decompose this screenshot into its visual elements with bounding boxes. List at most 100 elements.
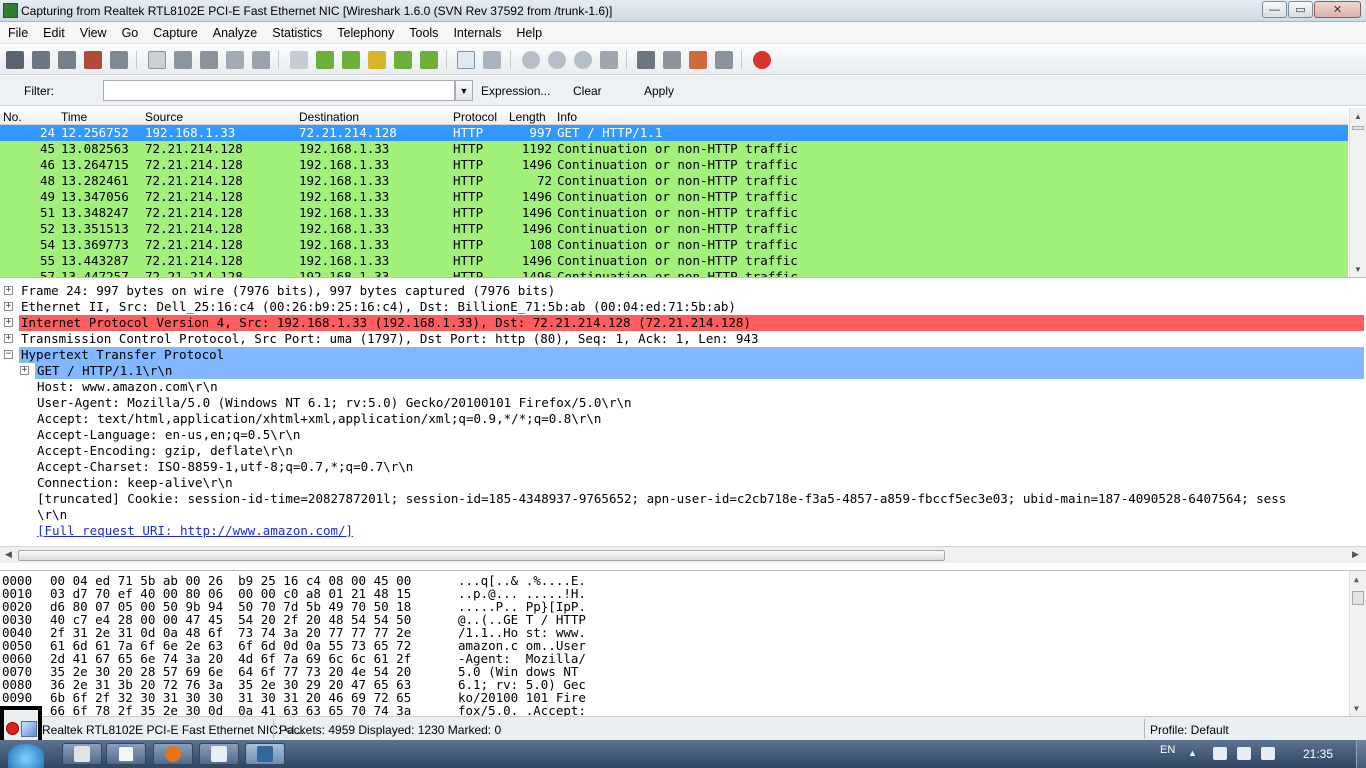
- go-back-icon[interactable]: [316, 51, 334, 69]
- detail-accept-encoding[interactable]: Accept-Encoding: gzip, deflate\r\n: [0, 443, 1366, 459]
- detail-accept-charset[interactable]: Accept-Charset: ISO-8859-1,utf-8;q=0.7,*…: [0, 459, 1366, 475]
- column-header-destination[interactable]: Destination: [299, 110, 359, 124]
- detail-host[interactable]: Host: www.amazon.com\r\n: [0, 379, 1366, 395]
- detail-full-uri[interactable]: [Full request URI: http://www.amazon.com…: [0, 523, 1366, 539]
- menu-capture[interactable]: Capture: [145, 26, 204, 40]
- packet-row-selected[interactable]: 24 12.256752 192.168.1.33 72.21.214.128 HTTP…: [0, 125, 1348, 141]
- expand-icon[interactable]: +: [4, 318, 13, 327]
- detail-http[interactable]: − Hypertext Transfer Protocol: [0, 347, 1366, 363]
- menu-statistics[interactable]: Statistics: [264, 26, 329, 40]
- scroll-up-icon[interactable]: ▲: [1354, 112, 1362, 121]
- filter-dropdown-button[interactable]: ▼: [455, 80, 473, 101]
- expand-icon[interactable]: +: [20, 366, 29, 375]
- close-button[interactable]: ✕: [1314, 1, 1361, 18]
- restart-capture-icon[interactable]: [110, 51, 128, 69]
- scroll-thumb[interactable]: [1352, 126, 1364, 130]
- scroll-down-icon[interactable]: ▼: [1354, 704, 1359, 713]
- first-packet-icon[interactable]: [394, 51, 412, 69]
- scroll-left-icon[interactable]: ◀: [5, 549, 12, 560]
- scroll-thumb[interactable]: [18, 550, 945, 561]
- show-hidden-icons-icon[interactable]: ▲: [1188, 748, 1197, 758]
- expand-icon[interactable]: +: [4, 286, 13, 295]
- display-filters-icon[interactable]: [663, 51, 681, 69]
- filter-input[interactable]: [103, 80, 455, 101]
- preferences-icon[interactable]: [715, 51, 733, 69]
- status-profile[interactable]: Profile: Default: [1150, 723, 1229, 737]
- close-file-icon[interactable]: [200, 51, 218, 69]
- open-file-icon[interactable]: [148, 51, 166, 69]
- menu-internals[interactable]: Internals: [445, 26, 508, 40]
- packet-row[interactable]: 48 13.282461 72.21.214.128 192.168.1.33 HTTP…: [0, 173, 1348, 189]
- help-icon[interactable]: [753, 51, 771, 69]
- menu-help[interactable]: Help: [508, 26, 549, 40]
- scroll-right-icon[interactable]: ▶: [1352, 549, 1359, 560]
- clock[interactable]: 21:35: [1303, 747, 1333, 761]
- action-center-flag-icon[interactable]: [1261, 747, 1275, 760]
- interfaces-icon[interactable]: [6, 51, 24, 69]
- start-capture-icon[interactable]: [58, 51, 76, 69]
- menu-edit[interactable]: Edit: [35, 26, 72, 40]
- detail-ethernet[interactable]: + Ethernet II, Src: Dell_25:16:c4 (00:26…: [0, 299, 1366, 315]
- packet-row[interactable]: 55 13.443287 72.21.214.128 192.168.1.33 HTTP…: [0, 253, 1348, 269]
- detail-frame[interactable]: + Frame 24: 997 bytes on wire (7976 bits…: [0, 283, 1366, 299]
- column-header-protocol[interactable]: Protocol: [453, 110, 497, 124]
- colorize-icon[interactable]: [457, 51, 475, 69]
- packet-row[interactable]: 49 13.347056 72.21.214.128 192.168.1.33 HTTP…: [0, 189, 1348, 205]
- detail-accept[interactable]: Accept: text/html,application/xhtml+xml,…: [0, 411, 1366, 427]
- menu-tools[interactable]: Tools: [401, 26, 445, 40]
- minimize-button[interactable]: —: [1262, 1, 1287, 18]
- detail-crlf[interactable]: \r\n: [0, 507, 1366, 523]
- reload-icon[interactable]: [226, 51, 244, 69]
- coloring-rules-icon[interactable]: [689, 51, 707, 69]
- detail-accept-language[interactable]: Accept-Language: en-us,en;q=0.5\r\n: [0, 427, 1366, 443]
- go-to-packet-icon[interactable]: [368, 51, 386, 69]
- detail-tcp[interactable]: + Transmission Control Protocol, Src Por…: [0, 331, 1366, 347]
- capture-filters-icon[interactable]: [637, 51, 655, 69]
- go-forward-icon[interactable]: [342, 51, 360, 69]
- menu-analyze[interactable]: Analyze: [205, 26, 264, 40]
- taskbar-explorer[interactable]: [199, 743, 239, 765]
- taskbar-wireshark[interactable]: [245, 743, 285, 765]
- expert-info-icon[interactable]: [21, 721, 37, 737]
- packet-row[interactable]: 46 13.264715 72.21.214.128 192.168.1.33 HTTP…: [0, 157, 1348, 173]
- packet-row[interactable]: 52 13.351513 72.21.214.128 192.168.1.33 HTTP…: [0, 221, 1348, 237]
- column-header-source[interactable]: Source: [145, 110, 183, 124]
- detail-ip[interactable]: + Internet Protocol Version 4, Src: 192.…: [0, 315, 1366, 331]
- packet-row[interactable]: 51 13.348247 72.21.214.128 192.168.1.33 HTTP…: [0, 205, 1348, 221]
- collapse-icon[interactable]: −: [4, 350, 13, 359]
- packet-row[interactable]: 54 13.369773 72.21.214.128 192.168.1.33 HTTP…: [0, 237, 1348, 253]
- resize-columns-icon[interactable]: [600, 51, 618, 69]
- network-icon[interactable]: [1237, 747, 1251, 760]
- scroll-thumb[interactable]: [1352, 591, 1364, 605]
- taskbar-paint-app[interactable]: [106, 743, 146, 765]
- expand-icon[interactable]: +: [4, 334, 13, 343]
- print-icon[interactable]: [252, 51, 270, 69]
- menu-file[interactable]: File: [0, 26, 35, 40]
- detail-user-agent[interactable]: User-Agent: Mozilla/5.0 (Windows NT 6.1;…: [0, 395, 1366, 411]
- language-indicator[interactable]: EN: [1160, 744, 1175, 756]
- show-desktop-button[interactable]: [1356, 740, 1366, 768]
- packet-row[interactable]: 45 13.082563 72.21.214.128 192.168.1.33 HTTP…: [0, 141, 1348, 157]
- menu-view[interactable]: View: [72, 26, 114, 40]
- column-header-length[interactable]: Length: [509, 110, 546, 124]
- scroll-up-icon[interactable]: ▲: [1354, 575, 1359, 584]
- detail-connection[interactable]: Connection: keep-alive\r\n: [0, 475, 1366, 491]
- detail-cookie[interactable]: [truncated] Cookie: session-id-time=2082…: [0, 491, 1366, 507]
- find-packet-icon[interactable]: [290, 51, 308, 69]
- expand-icon[interactable]: +: [4, 302, 13, 311]
- clear-button[interactable]: Clear: [573, 84, 602, 98]
- auto-scroll-icon[interactable]: [483, 51, 501, 69]
- column-header-info[interactable]: Info: [557, 110, 577, 124]
- column-header-no[interactable]: No.: [3, 110, 22, 124]
- last-packet-icon[interactable]: [420, 51, 438, 69]
- normal-size-icon[interactable]: [574, 51, 592, 69]
- capture-options-icon[interactable]: [32, 51, 50, 69]
- taskbar-firefox[interactable]: [153, 743, 193, 765]
- maximize-button[interactable]: ▭: [1288, 1, 1313, 18]
- packet-list-scrollbar[interactable]: ▲ ▼: [1349, 108, 1366, 277]
- menu-telephony[interactable]: Telephony: [329, 26, 401, 40]
- scroll-down-icon[interactable]: ▼: [1354, 265, 1362, 274]
- packet-row[interactable]: 57 13.447257 72.21.214.128 192.168.1.33 HTTP…: [0, 269, 1348, 277]
- tray-device-icon[interactable]: [1213, 747, 1227, 760]
- expression-button[interactable]: Expression...: [481, 84, 550, 98]
